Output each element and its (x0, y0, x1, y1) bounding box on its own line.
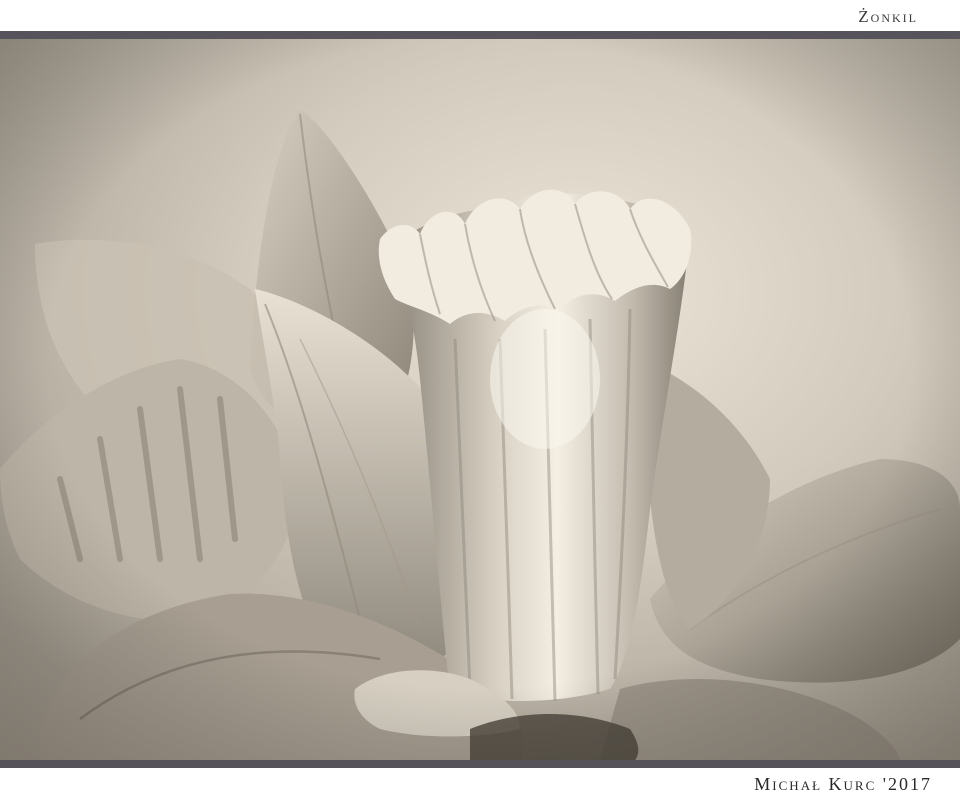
photo-title: Żonkil (858, 7, 918, 26)
daffodil-photo (0, 39, 960, 760)
author-signature: Michał Kurc '2017 (754, 774, 932, 794)
daffodil-illustration (0, 39, 960, 760)
photo-vignette (0, 39, 960, 760)
top-frame-bar (0, 31, 960, 39)
bottom-frame-bar (0, 760, 960, 768)
